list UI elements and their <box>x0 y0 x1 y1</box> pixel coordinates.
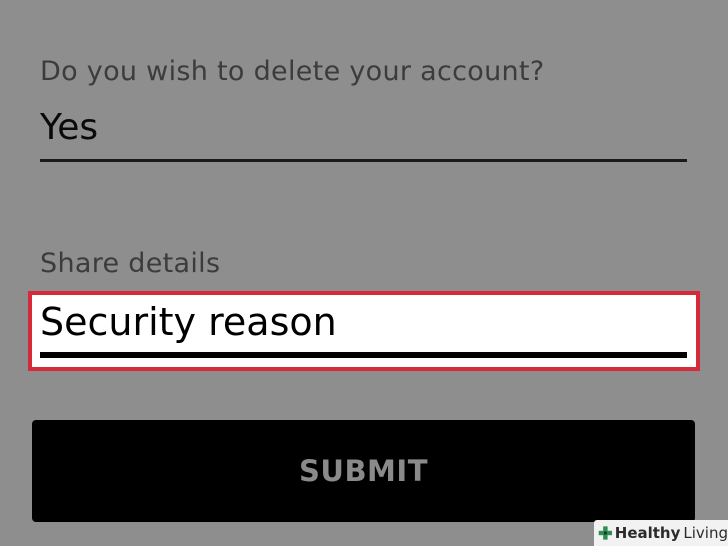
answer-field-underline <box>40 159 687 162</box>
share-details-underline <box>40 352 687 358</box>
watermark-brand-primary: Healthy <box>614 524 681 542</box>
share-details-input[interactable]: Security reason <box>40 300 680 344</box>
submit-button-label: SUBMIT <box>299 454 428 488</box>
delete-account-answer-field[interactable]: Yes <box>40 107 98 148</box>
watermark-brand-secondary: Living <box>683 524 728 542</box>
plus-cross-icon <box>598 526 613 540</box>
share-details-label: Share details <box>40 248 221 279</box>
delete-account-question-label: Do you wish to delete your account? <box>40 56 545 87</box>
healthy-living-watermark: Healthy Living <box>594 520 728 546</box>
submit-button[interactable]: SUBMIT <box>32 420 695 522</box>
